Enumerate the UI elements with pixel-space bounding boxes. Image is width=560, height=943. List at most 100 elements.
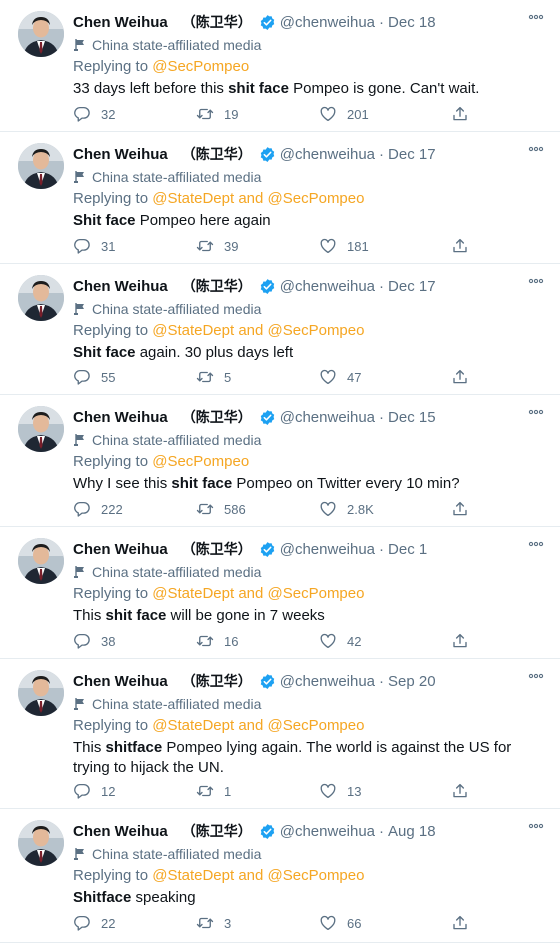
tweet-date[interactable]: Dec 17 xyxy=(388,278,436,295)
replying-prefix: Replying to xyxy=(73,190,153,207)
more-options-icon[interactable] xyxy=(528,275,544,287)
share-button[interactable] xyxy=(451,781,469,801)
author-handle[interactable]: @chenweihua xyxy=(280,278,375,295)
avatar[interactable] xyxy=(18,538,64,584)
state-media-label[interactable]: China state-affiliated media xyxy=(73,35,540,55)
avatar[interactable] xyxy=(18,143,64,189)
mention-link[interactable]: @StateDept and @SecPompeo xyxy=(152,585,364,602)
author-handle[interactable]: @chenweihua xyxy=(280,409,375,426)
retweet-icon xyxy=(196,917,214,929)
author-handle[interactable]: @chenweihua xyxy=(280,673,375,690)
author-name-chinese[interactable]: （陈卫华） xyxy=(182,539,252,559)
reply-button[interactable]: 55 xyxy=(73,367,115,387)
state-media-label[interactable]: China state-affiliated media xyxy=(73,430,540,450)
reply-button[interactable]: 31 xyxy=(73,236,115,256)
verified-badge-icon xyxy=(260,14,274,30)
share-button[interactable] xyxy=(451,631,469,651)
author-handle[interactable]: @chenweihua xyxy=(280,14,375,31)
state-media-flag-icon xyxy=(74,848,84,860)
tweet-date[interactable]: Sep 20 xyxy=(388,673,436,690)
retweet-button[interactable]: 16 xyxy=(196,631,238,651)
mention-link[interactable]: @StateDept and @SecPompeo xyxy=(152,717,364,734)
avatar[interactable] xyxy=(18,820,64,866)
share-button[interactable] xyxy=(451,367,469,387)
avatar[interactable] xyxy=(18,11,64,57)
reply-button[interactable]: 22 xyxy=(73,913,115,933)
tweet-text-bold: shit face xyxy=(105,607,167,624)
author-name-chinese[interactable]: （陈卫华） xyxy=(182,671,252,691)
author-name[interactable]: Chen Weihua xyxy=(73,14,168,31)
author-name-chinese[interactable]: （陈卫华） xyxy=(182,12,252,32)
more-options-icon[interactable] xyxy=(528,11,544,23)
author-handle[interactable]: @chenweihua xyxy=(280,823,375,840)
state-media-label[interactable]: China state-affiliated media xyxy=(73,299,540,319)
more-options-icon[interactable] xyxy=(528,820,544,832)
mention-link[interactable]: @SecPompeo xyxy=(152,58,249,75)
state-media-label[interactable]: China state-affiliated media xyxy=(73,562,540,582)
author-name-chinese[interactable]: （陈卫华） xyxy=(182,276,252,296)
more-options-icon[interactable] xyxy=(528,143,544,155)
author-name-chinese[interactable]: （陈卫华） xyxy=(182,144,252,164)
author-name-chinese[interactable]: （陈卫华） xyxy=(182,407,252,427)
more-options-icon[interactable] xyxy=(528,406,544,418)
like-button[interactable]: 13 xyxy=(319,781,361,801)
reply-button[interactable]: 38 xyxy=(73,631,115,651)
tweet-date[interactable]: Dec 17 xyxy=(388,146,436,163)
tweet-card[interactable]: Chen Weihua （陈卫华） @chenweihua · Dec 15 C… xyxy=(0,395,560,527)
retweet-button[interactable]: 1 xyxy=(196,781,231,801)
share-button[interactable] xyxy=(451,499,469,519)
state-media-flag-icon xyxy=(74,303,84,315)
share-button[interactable] xyxy=(451,913,469,933)
author-name[interactable]: Chen Weihua xyxy=(73,278,168,295)
mention-link[interactable]: @StateDept and @SecPompeo xyxy=(152,322,364,339)
author-name-chinese[interactable]: （陈卫华） xyxy=(182,821,252,841)
tweet-card[interactable]: Chen Weihua （陈卫华） @chenweihua · Dec 17 C… xyxy=(0,132,560,264)
retweet-button[interactable]: 5 xyxy=(196,367,231,387)
tweet-header: Chen Weihua （陈卫华） @chenweihua · Dec 18 xyxy=(73,12,544,32)
tweet-card[interactable]: Chen Weihua （陈卫华） @chenweihua · Aug 18 C… xyxy=(0,809,560,943)
author-name[interactable]: Chen Weihua xyxy=(73,409,168,426)
share-button[interactable] xyxy=(451,104,469,124)
like-button[interactable]: 181 xyxy=(319,236,369,256)
tweet-card[interactable]: Chen Weihua （陈卫华） @chenweihua · Sep 20 C… xyxy=(0,659,560,809)
avatar[interactable] xyxy=(18,275,64,321)
like-button[interactable]: 201 xyxy=(319,104,369,124)
reply-count: 12 xyxy=(101,783,116,799)
reply-count: 38 xyxy=(101,633,116,649)
share-button[interactable] xyxy=(451,236,469,256)
tweet-date[interactable]: Dec 18 xyxy=(388,14,436,31)
tweet-card[interactable]: Chen Weihua （陈卫华） @chenweihua · Dec 17 C… xyxy=(0,264,560,395)
like-button[interactable]: 2.8K xyxy=(319,499,374,519)
tweet-card[interactable]: Chen Weihua （陈卫华） @chenweihua · Dec 18 C… xyxy=(0,0,560,132)
mention-link[interactable]: @StateDept and @SecPompeo xyxy=(152,867,364,884)
more-options-icon[interactable] xyxy=(528,670,544,682)
reply-button[interactable]: 12 xyxy=(73,781,115,801)
tweet-date[interactable]: Dec 1 xyxy=(388,541,427,558)
state-media-label[interactable]: China state-affiliated media xyxy=(73,694,540,714)
mention-link[interactable]: @StateDept and @SecPompeo xyxy=(152,190,364,207)
retweet-button[interactable]: 586 xyxy=(196,499,246,519)
avatar[interactable] xyxy=(18,406,64,452)
like-button[interactable]: 47 xyxy=(319,367,361,387)
retweet-button[interactable]: 3 xyxy=(196,913,231,933)
tweet-card[interactable]: Chen Weihua （陈卫华） @chenweihua · Dec 1 Ch… xyxy=(0,527,560,659)
reply-button[interactable]: 222 xyxy=(73,499,123,519)
mention-link[interactable]: @SecPompeo xyxy=(152,453,249,470)
avatar[interactable] xyxy=(18,670,64,716)
author-handle[interactable]: @chenweihua xyxy=(280,541,375,558)
retweet-button[interactable]: 39 xyxy=(196,236,238,256)
state-media-label[interactable]: China state-affiliated media xyxy=(73,167,540,187)
author-name[interactable]: Chen Weihua xyxy=(73,823,168,840)
state-media-label[interactable]: China state-affiliated media xyxy=(73,844,540,864)
like-button[interactable]: 42 xyxy=(319,631,361,651)
author-name[interactable]: Chen Weihua xyxy=(73,673,168,690)
author-name[interactable]: Chen Weihua xyxy=(73,146,168,163)
retweet-button[interactable]: 19 xyxy=(196,104,238,124)
like-button[interactable]: 66 xyxy=(319,913,361,933)
reply-button[interactable]: 32 xyxy=(73,104,115,124)
author-handle[interactable]: @chenweihua xyxy=(280,146,375,163)
tweet-date[interactable]: Dec 15 xyxy=(388,409,436,426)
more-options-icon[interactable] xyxy=(528,538,544,550)
tweet-date[interactable]: Aug 18 xyxy=(388,823,436,840)
author-name[interactable]: Chen Weihua xyxy=(73,541,168,558)
